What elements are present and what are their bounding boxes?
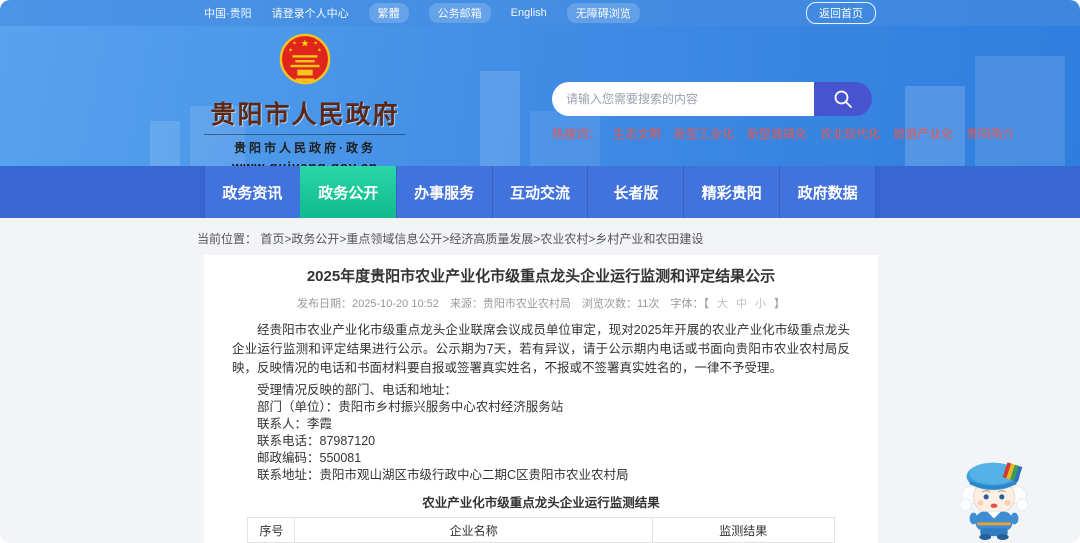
search-input[interactable] bbox=[552, 82, 814, 116]
nav-item-services[interactable]: 办事服务 bbox=[395, 166, 492, 218]
contact-phone-line: 联系电话：87987120 bbox=[257, 434, 376, 448]
svg-text:★: ★ bbox=[288, 47, 292, 53]
guiyang-gov-page: 中国·贵阳 请登录个人中心 繁體 公务邮箱 English 无障碍浏览 返回首页… bbox=[0, 0, 1080, 543]
nav-item-gov-open[interactable]: 政务公开 bbox=[299, 166, 396, 218]
article-meta: 发布日期：2025-10-20 10:52 来源：贵阳市农业农村局 浏览次数：1… bbox=[232, 295, 850, 311]
site-logo[interactable]: ★ ★ ★ ★ ★ 贵阳市人民政府 贵阳市人民政府·政务 www.guiyang… bbox=[200, 32, 410, 166]
breadcrumb-label: 当前位置： bbox=[197, 232, 258, 246]
cityscape-decor bbox=[480, 71, 520, 166]
font-size-label-end: 】 bbox=[773, 298, 785, 310]
search-button[interactable] bbox=[814, 82, 872, 116]
cityscape-decor bbox=[975, 56, 1065, 166]
header-cell-result: 监测结果 bbox=[651, 517, 835, 543]
font-size-large[interactable]: 大 bbox=[717, 298, 728, 310]
font-size-medium[interactable]: 中 bbox=[736, 298, 747, 310]
hot-search-term[interactable]: 新型城镇化 bbox=[747, 125, 807, 142]
topbar-link-accessibility[interactable]: 无障碍浏览 bbox=[566, 3, 640, 23]
topbar: 中国·贵阳 请登录个人中心 繁體 公务邮箱 English 无障碍浏览 返回首页 bbox=[0, 0, 1080, 26]
hot-search-term[interactable]: 生态文明 bbox=[613, 125, 661, 142]
font-size-small[interactable]: 小 bbox=[755, 298, 766, 310]
nav-item-highlights[interactable]: 精彩贵阳 bbox=[683, 166, 780, 218]
article-paragraph: 经贵阳市农业产业化市级重点龙头企业联席会议成员单位审定，现对2025年开展的农业… bbox=[232, 323, 850, 375]
national-emblem-icon: ★ ★ ★ ★ ★ bbox=[279, 33, 331, 85]
hot-search-term[interactable]: 旅游产业化 bbox=[893, 125, 953, 142]
article-card: 2025年度贵阳市农业产业化市级重点龙头企业运行监测和评定结果公示 发布日期：2… bbox=[204, 255, 878, 543]
contact-person-line: 联系人：李霞 bbox=[257, 417, 333, 431]
article-title: 2025年度贵阳市农业产业化市级重点龙头企业运行监测和评定结果公示 bbox=[306, 268, 776, 285]
table-header-row: 序号 企业名称 监测结果 bbox=[247, 517, 835, 543]
topbar-link-english[interactable]: English bbox=[511, 7, 547, 19]
table-caption: 农业产业化市级重点龙头企业运行监测结果 bbox=[422, 496, 660, 510]
mascot-assistant[interactable] bbox=[950, 450, 1038, 540]
search-area: 热搜词： 生态文明 新型工业化 新型城镇化 农业现代化 旅游产业化 贵阳简介 bbox=[552, 82, 1014, 142]
main-nav: 政务资讯 政务公开 办事服务 互动交流 长者版 精彩贵阳 政府数据 bbox=[0, 166, 1080, 218]
svg-text:★: ★ bbox=[313, 41, 317, 47]
topbar-link-official-mail[interactable]: 公务邮箱 bbox=[428, 3, 491, 23]
article-source: 来源：贵阳市农业农村局 bbox=[449, 298, 571, 310]
article-paragraph: 受理情况反映的部门、电话和地址： bbox=[257, 383, 458, 397]
nav-item-elderly-version[interactable]: 长者版 bbox=[587, 166, 684, 218]
monitoring-results-table: 序号 企业名称 监测结果 1 贵州合力超市采购有限公司 合格 2 贵州友禾种业有… bbox=[247, 517, 835, 543]
contact-address-line: 联系地址：贵阳市观山湖区市级行政中心二期C区贵阳市农业农村局 bbox=[257, 468, 629, 482]
svg-text:★: ★ bbox=[317, 47, 321, 53]
nav-item-gov-data[interactable]: 政府数据 bbox=[779, 166, 877, 218]
topbar-link-traditional-chinese[interactable]: 繁體 bbox=[368, 3, 409, 23]
site-url: www.guiyang.gov.cn bbox=[200, 159, 410, 166]
topbar-link-login-center[interactable]: 请登录个人中心 bbox=[272, 5, 349, 21]
cityscape-decor bbox=[150, 121, 180, 166]
postal-code-line: 邮政编码：550081 bbox=[257, 451, 362, 465]
svg-text:★: ★ bbox=[301, 39, 310, 50]
hot-search-label: 热搜词： bbox=[552, 127, 601, 141]
topbar-link-china-guiyang[interactable]: 中国·贵阳 bbox=[204, 5, 252, 21]
site-name: 贵阳市人民政府 bbox=[210, 101, 400, 129]
publish-date: 发布日期：2025-10-20 10:52 bbox=[297, 298, 439, 310]
svg-text:★: ★ bbox=[292, 41, 296, 47]
hot-search-term[interactable]: 农业现代化 bbox=[820, 125, 880, 142]
header-cell-company: 企业名称 bbox=[294, 517, 653, 543]
view-count: 浏览次数：11次 bbox=[582, 298, 660, 310]
site-subtitle: 贵阳市人民政府·政务 bbox=[234, 141, 376, 155]
font-size-label: 字体：【 bbox=[670, 298, 709, 310]
nav-item-interaction[interactable]: 互动交流 bbox=[491, 166, 588, 218]
logo-divider bbox=[204, 134, 406, 135]
breadcrumb-trail[interactable]: 首页>政务公开>重点领域信息公开>经济高质量发展>农业农村>乡村产业和农田建设 bbox=[260, 232, 703, 246]
hot-search-term[interactable]: 贵阳简介 bbox=[966, 125, 1014, 142]
search-icon bbox=[834, 90, 852, 108]
nav-item-gov-news[interactable]: 政务资讯 bbox=[204, 166, 300, 218]
return-home-button[interactable]: 返回首页 bbox=[806, 2, 876, 24]
contact-department-line: 部门（单位）：贵阳市乡村振兴服务中心农村经济服务站 bbox=[257, 400, 564, 414]
hot-search-row: 热搜词： 生态文明 新型工业化 新型城镇化 农业现代化 旅游产业化 贵阳简介 bbox=[552, 125, 1014, 142]
header-cell-no: 序号 bbox=[247, 517, 296, 543]
breadcrumb: 当前位置： 首页>政务公开>重点领域信息公开>经济高质量发展>农业农村>乡村产业… bbox=[197, 230, 703, 247]
hot-search-term[interactable]: 新型工业化 bbox=[674, 125, 734, 142]
banner: ★ ★ ★ ★ ★ 贵阳市人民政府 贵阳市人民政府·政务 www.guiyang… bbox=[0, 26, 1080, 166]
